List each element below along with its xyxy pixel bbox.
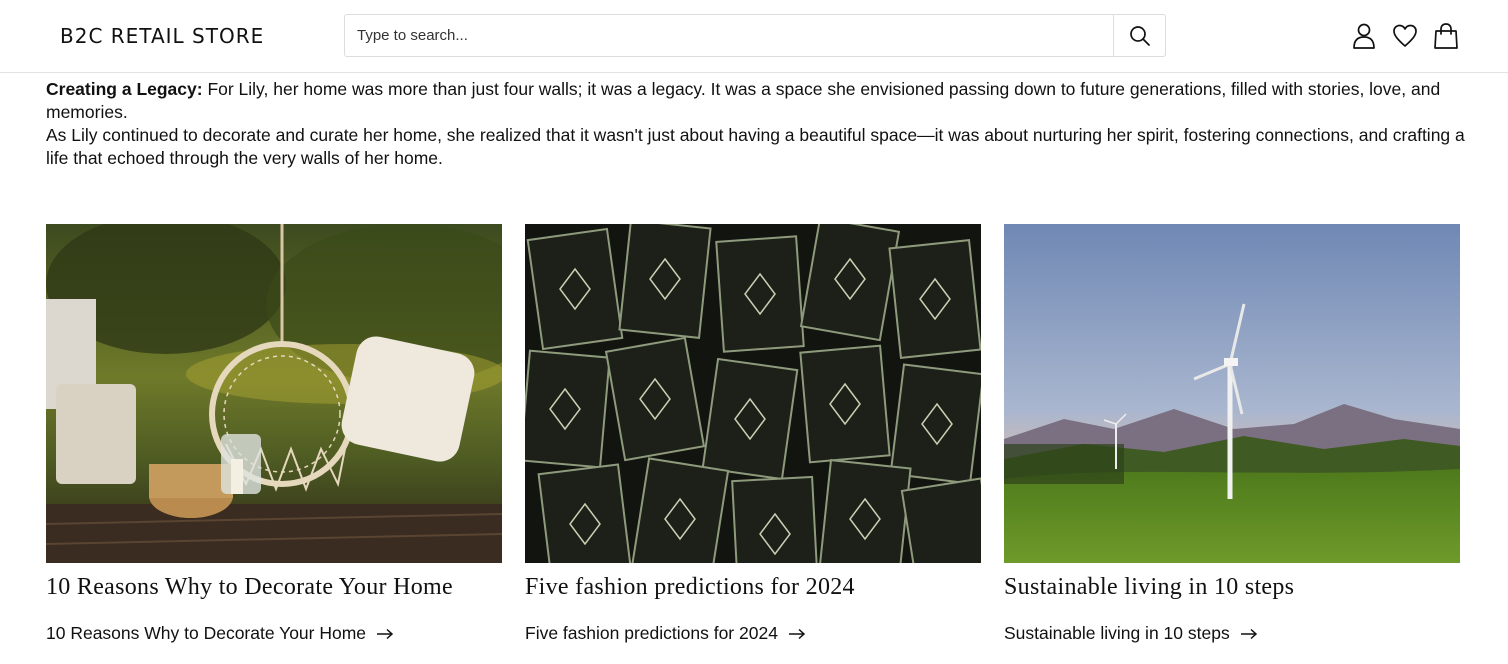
card-link-label: 10 Reasons Why to Decorate Your Home bbox=[46, 623, 367, 643]
card-image-swing-chair[interactable] bbox=[46, 224, 502, 563]
card-title[interactable]: Five fashion predictions for 2024 bbox=[525, 574, 855, 601]
card-image-wind-turbine[interactable] bbox=[1004, 224, 1460, 563]
legacy-paragraph: Creating a Legacy: For Lily, her home wa… bbox=[46, 78, 1466, 124]
blog-card[interactable]: 10 Reasons Why to Decorate Your Home 10 … bbox=[46, 224, 502, 643]
closing-paragraph: As Lily continued to decorate and curate… bbox=[46, 125, 1465, 168]
card-read-more-link[interactable]: Sustainable living in 10 steps bbox=[1004, 623, 1258, 644]
card-title[interactable]: 10 Reasons Why to Decorate Your Home bbox=[46, 574, 453, 601]
search-button[interactable] bbox=[1113, 15, 1166, 56]
blog-card[interactable]: Five fashion predictions for 2024 Five f… bbox=[525, 224, 981, 643]
card-read-more-link[interactable]: 10 Reasons Why to Decorate Your Home bbox=[46, 623, 394, 644]
card-link-label: Sustainable living in 10 steps bbox=[1004, 623, 1230, 643]
card-image-patterned-cards[interactable] bbox=[525, 224, 981, 563]
article-body: Creating a Legacy: For Lily, her home wa… bbox=[46, 78, 1466, 170]
user-icon[interactable] bbox=[1350, 22, 1378, 50]
legacy-heading: Creating a Legacy: bbox=[46, 79, 203, 99]
search-bar bbox=[344, 14, 1166, 57]
arrow-right-icon bbox=[1240, 628, 1257, 639]
heart-icon[interactable] bbox=[1391, 22, 1419, 50]
search-icon bbox=[1130, 25, 1150, 46]
card-title[interactable]: Sustainable living in 10 steps bbox=[1004, 574, 1294, 601]
arrow-right-icon bbox=[788, 628, 806, 639]
search-input[interactable] bbox=[345, 15, 1111, 56]
card-read-more-link[interactable]: Five fashion predictions for 2024 bbox=[525, 623, 806, 644]
blog-card[interactable]: Sustainable living in 10 steps Sustainab… bbox=[1004, 224, 1460, 643]
card-link-label: Five fashion predictions for 2024 bbox=[525, 623, 778, 643]
legacy-text: For Lily, her home was more than just fo… bbox=[46, 79, 1441, 122]
store-logo[interactable]: B2C RETAIL STORE bbox=[60, 24, 264, 48]
site-header: B2C RETAIL STORE bbox=[0, 0, 1508, 73]
bag-icon[interactable] bbox=[1432, 22, 1460, 50]
arrow-right-icon bbox=[377, 628, 394, 639]
